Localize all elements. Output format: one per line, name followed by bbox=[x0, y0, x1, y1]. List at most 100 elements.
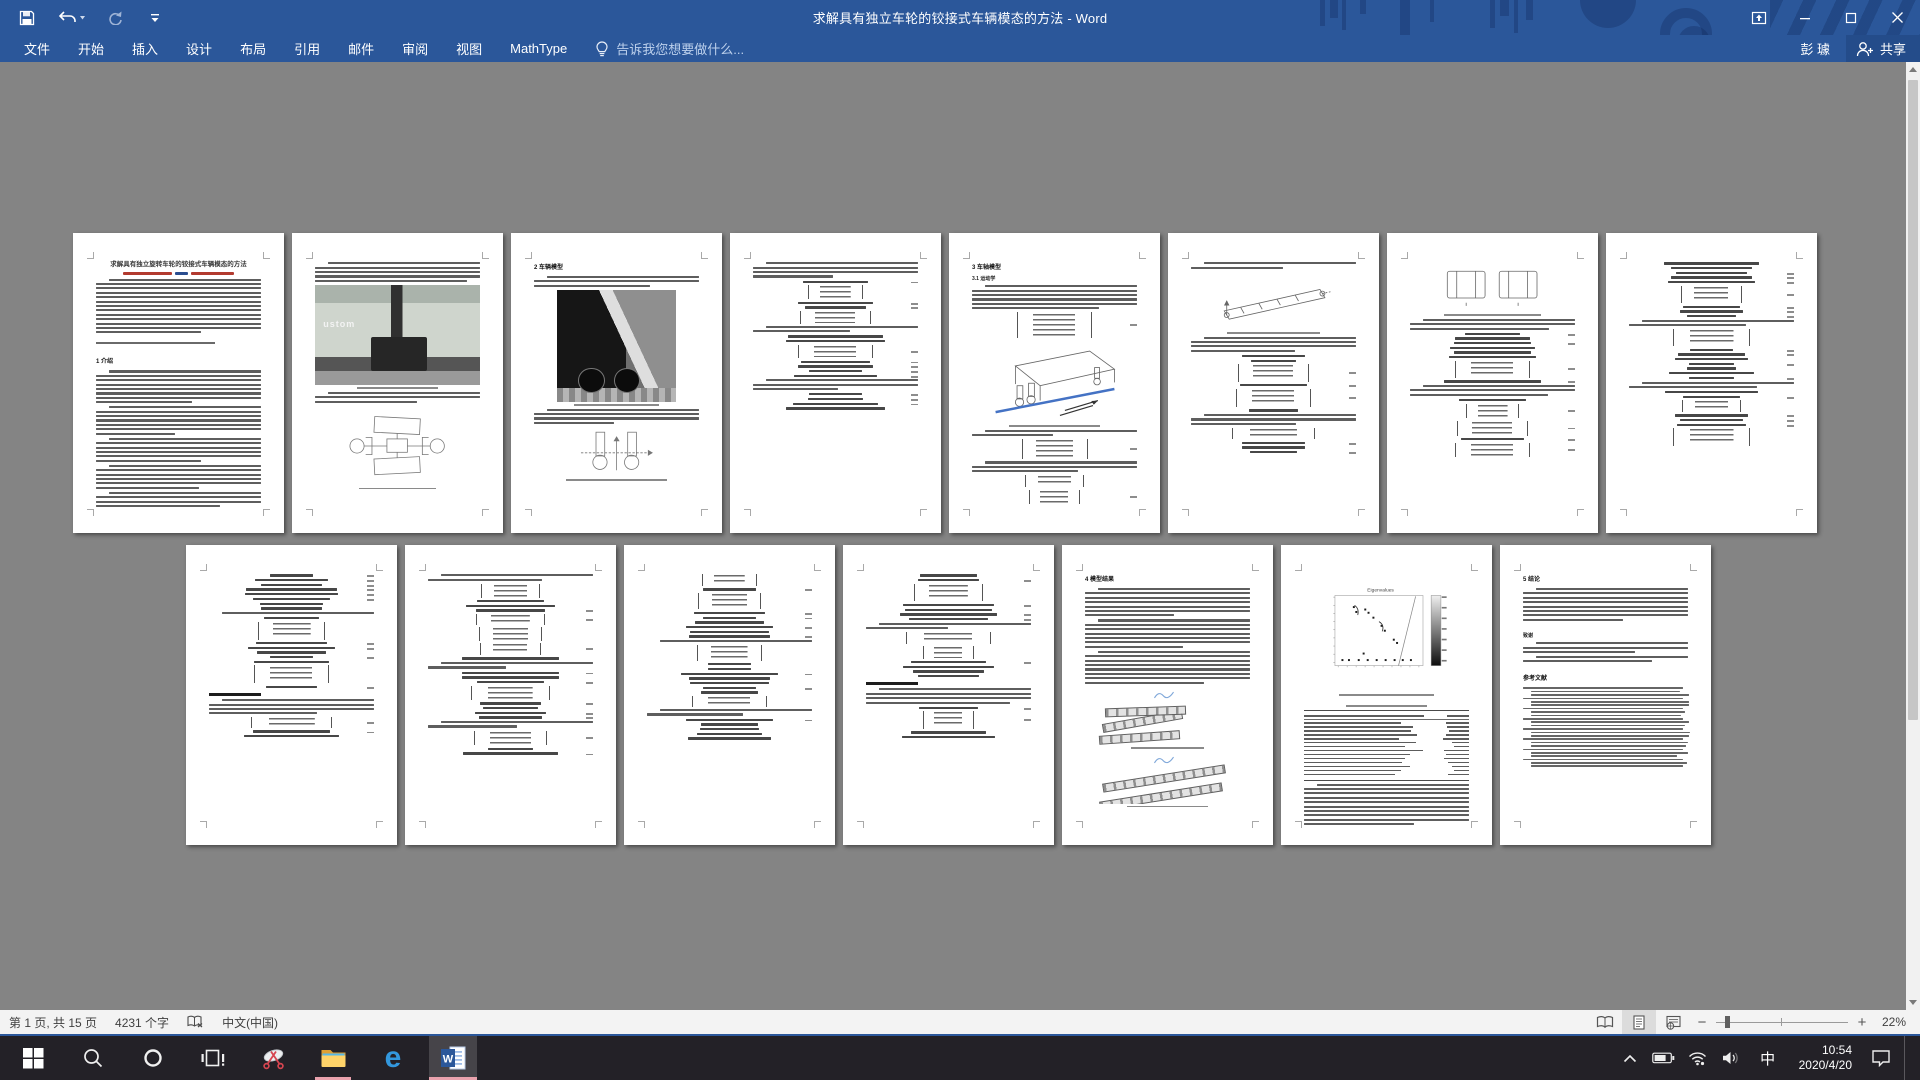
page-thumbnail-4[interactable] bbox=[730, 233, 941, 533]
account-name[interactable]: 彭 璩 bbox=[1800, 39, 1830, 58]
page-indicator[interactable]: 第 1 页, 共 15 页 bbox=[0, 1010, 106, 1034]
file-explorer-button[interactable] bbox=[309, 1036, 357, 1080]
zoom-out-button[interactable]: − bbox=[1690, 1010, 1714, 1034]
page-thumbnail-2[interactable]: ustom bbox=[292, 233, 503, 533]
equation-row bbox=[209, 665, 374, 683]
page-thumbnail-7[interactable] bbox=[1387, 233, 1598, 533]
tram-photo-text: ustom bbox=[323, 319, 355, 329]
equation-row bbox=[1410, 342, 1575, 344]
redo-icon[interactable] bbox=[102, 5, 128, 31]
minimize-icon[interactable] bbox=[1782, 0, 1828, 35]
tab-insert[interactable]: 插入 bbox=[118, 35, 172, 62]
action-center-icon[interactable] bbox=[1866, 1036, 1896, 1080]
equation-row bbox=[647, 696, 812, 707]
tab-mailings[interactable]: 邮件 bbox=[334, 35, 388, 62]
page-thumbnail-12[interactable] bbox=[843, 545, 1054, 845]
tab-mathtype[interactable]: MathType bbox=[496, 35, 581, 62]
word-count[interactable]: 4231 个字 bbox=[106, 1010, 178, 1034]
share-button[interactable]: 共享 bbox=[1846, 35, 1920, 62]
equation-row bbox=[1191, 360, 1356, 362]
volume-icon[interactable] bbox=[1717, 1036, 1747, 1080]
customize-qat-icon[interactable] bbox=[142, 5, 168, 31]
maximize-icon[interactable] bbox=[1828, 0, 1874, 35]
equation-row bbox=[866, 675, 1031, 677]
language-indicator[interactable]: 中文(中国) bbox=[213, 1010, 287, 1034]
equation-row bbox=[647, 677, 812, 679]
tab-design[interactable]: 设计 bbox=[172, 35, 226, 62]
text-lines bbox=[1523, 588, 1688, 621]
heading-stripe bbox=[866, 682, 918, 685]
figure-carbody3d bbox=[989, 341, 1121, 423]
equation-row bbox=[753, 281, 918, 283]
tab-home[interactable]: 开始 bbox=[64, 35, 118, 62]
equation-row bbox=[647, 733, 812, 735]
equation-row bbox=[1410, 443, 1575, 457]
page-thumbnail-9[interactable] bbox=[186, 545, 397, 845]
page-thumbnail-11[interactable] bbox=[624, 545, 835, 845]
page-thumbnail-1[interactable]: 求解具有独立旋转车轮的铰接式车辆模态的方法1 介绍 bbox=[73, 233, 284, 533]
show-desktop-button[interactable] bbox=[1904, 1036, 1910, 1080]
zoom-slider[interactable] bbox=[1716, 1010, 1848, 1034]
edge-button[interactable]: e bbox=[369, 1036, 417, 1080]
scroll-down-icon[interactable] bbox=[1906, 995, 1920, 1010]
text-lines bbox=[534, 409, 699, 424]
text-lines bbox=[647, 640, 812, 642]
equation-lines bbox=[428, 584, 593, 660]
equation-row bbox=[1629, 358, 1794, 360]
zoom-in-button[interactable]: + bbox=[1850, 1010, 1874, 1034]
page-thumbnail-13[interactable]: 4 模型结果 bbox=[1062, 545, 1273, 845]
tab-review[interactable]: 审阅 bbox=[388, 35, 442, 62]
page-thumbnail-8[interactable] bbox=[1606, 233, 1817, 533]
page-thumbnail-15[interactable]: 5 结论致谢参考文献 bbox=[1500, 545, 1711, 845]
equation-row bbox=[1629, 414, 1794, 416]
equation-row bbox=[1629, 391, 1794, 393]
zoom-slider-thumb[interactable] bbox=[1725, 1016, 1730, 1028]
equation-row bbox=[753, 306, 918, 308]
search-icon bbox=[82, 1047, 104, 1069]
scroll-up-icon[interactable] bbox=[1906, 62, 1920, 77]
page-thumbnail-14[interactable]: Eigenvalues bbox=[1281, 545, 1492, 845]
word-button[interactable]: W bbox=[429, 1036, 477, 1080]
ime-indicator[interactable]: 中 bbox=[1751, 1048, 1785, 1069]
close-icon[interactable] bbox=[1874, 0, 1920, 35]
equation-row bbox=[753, 311, 918, 324]
undo-icon[interactable] bbox=[54, 5, 88, 31]
text-lines bbox=[1191, 262, 1356, 268]
page-subheading: 3.1 运动学 bbox=[972, 276, 1137, 283]
text-lines bbox=[1410, 319, 1575, 330]
battery-icon[interactable] bbox=[1649, 1036, 1679, 1080]
snipping-tool-button[interactable] bbox=[249, 1036, 297, 1080]
equation-row bbox=[866, 574, 1031, 576]
taskbar-clock[interactable]: 10:54 2020/4/20 bbox=[1789, 1043, 1862, 1073]
save-icon[interactable] bbox=[14, 5, 40, 31]
tab-view[interactable]: 视图 bbox=[442, 35, 496, 62]
tab-layout[interactable]: 布局 bbox=[226, 35, 280, 62]
page-thumbnail-6[interactable] bbox=[1168, 233, 1379, 533]
page-thumbnail-10[interactable] bbox=[405, 545, 616, 845]
ribbon-display-options-icon[interactable] bbox=[1736, 0, 1782, 35]
start-button[interactable] bbox=[9, 1036, 57, 1080]
authors-line bbox=[96, 272, 261, 275]
equation-lines bbox=[1629, 329, 1794, 379]
wifi-icon[interactable] bbox=[1683, 1036, 1713, 1080]
equation-row bbox=[753, 403, 918, 405]
page-thumbnail-5[interactable]: 3 车轴模型3.1 运动学 bbox=[949, 233, 1160, 533]
vertical-scrollbar[interactable] bbox=[1906, 62, 1920, 1010]
print-layout-icon[interactable] bbox=[1622, 1010, 1656, 1034]
page-thumbnail-3[interactable]: 2 车辆模型 bbox=[511, 233, 722, 533]
scrollbar-thumb[interactable] bbox=[1908, 80, 1918, 720]
read-mode-icon[interactable] bbox=[1588, 1010, 1622, 1034]
equation-row bbox=[209, 584, 374, 586]
search-button[interactable] bbox=[69, 1036, 117, 1080]
web-layout-icon[interactable] bbox=[1656, 1010, 1690, 1034]
task-view-button[interactable] bbox=[189, 1036, 237, 1080]
zoom-level[interactable]: 22% bbox=[1874, 1015, 1920, 1029]
tell-me-box[interactable]: 告诉我您想要做什么... bbox=[595, 39, 744, 58]
proofing-errors-icon[interactable] bbox=[178, 1010, 213, 1034]
tab-references[interactable]: 引用 bbox=[280, 35, 334, 62]
figure-caption bbox=[534, 404, 699, 406]
hidden-icons-chevron-icon[interactable] bbox=[1615, 1036, 1645, 1080]
equation-row bbox=[428, 672, 593, 674]
cortana-button[interactable] bbox=[129, 1036, 177, 1080]
tab-file[interactable]: 文件 bbox=[10, 35, 64, 62]
